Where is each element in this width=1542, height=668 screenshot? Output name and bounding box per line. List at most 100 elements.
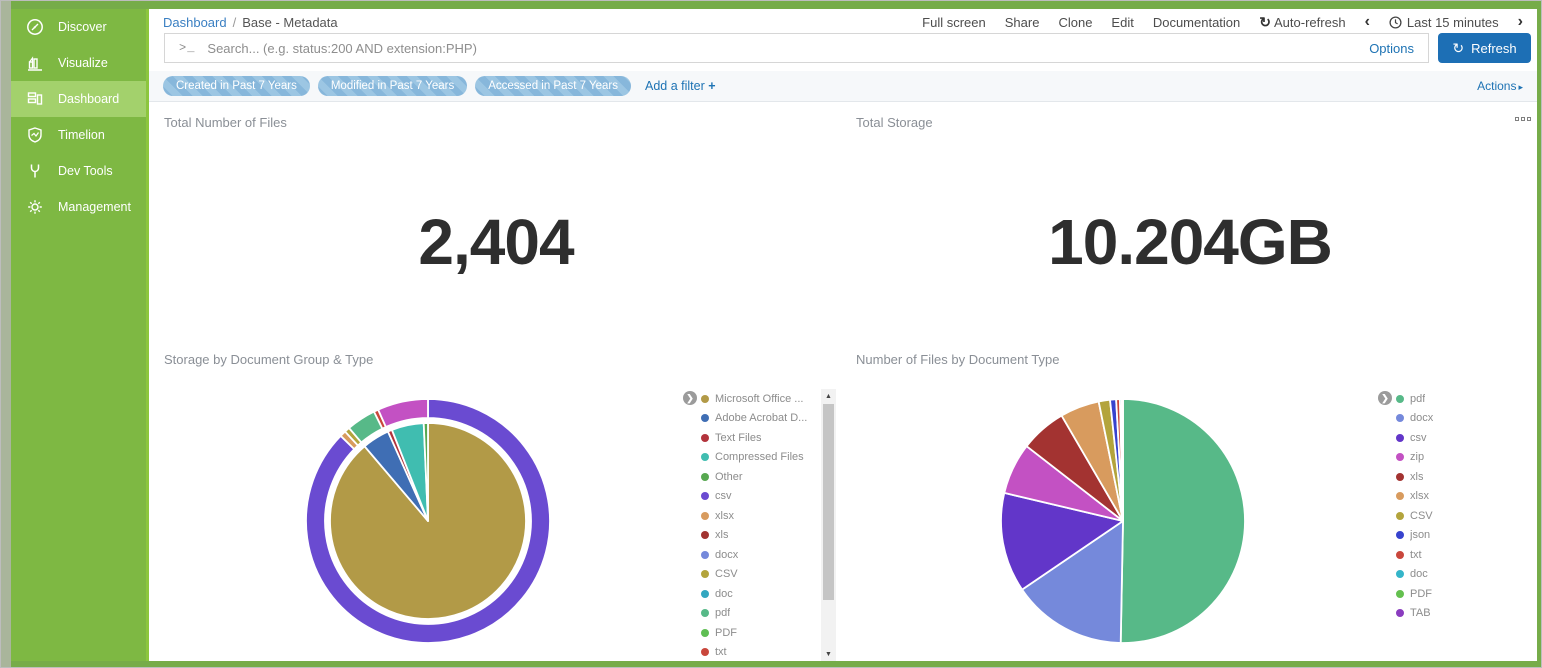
scroll-up-icon[interactable]: ▲ [821, 389, 836, 403]
clock-icon [1389, 16, 1402, 29]
legend-item-txt[interactable]: txt [701, 643, 819, 663]
legend-dot-icon [701, 492, 709, 500]
breadcrumb-dashboard-link[interactable]: Dashboard [163, 15, 227, 30]
sidebar-item-management[interactable]: Management [11, 189, 146, 225]
legend-item-zip[interactable]: zip [1396, 448, 1514, 468]
refresh-button[interactable]: ↻ Refresh [1438, 33, 1531, 63]
legend-item-docx[interactable]: docx [1396, 409, 1514, 429]
compass-icon [25, 17, 45, 37]
sidebar-label: Timelion [58, 128, 105, 142]
legend-item-Other[interactable]: Other [701, 467, 819, 487]
legend-label: pdf [715, 607, 730, 619]
legend-item-doc[interactable]: doc [701, 584, 819, 604]
sidebar: Discover Visualize Dashboard [11, 9, 149, 661]
legend-label: Text Files [715, 432, 761, 444]
options-link[interactable]: Options [1357, 41, 1414, 56]
legend-dot-icon [1396, 590, 1404, 598]
sidebar-item-dev-tools[interactable]: Dev Tools [11, 153, 146, 189]
legend-scrollbar[interactable]: ▲ ▼ [821, 389, 836, 661]
search-input[interactable] [207, 41, 1357, 56]
legend-dot-icon [701, 551, 709, 559]
legend-dot-icon [701, 512, 709, 520]
filter-pill-accessed[interactable]: Accessed in Past 7 Years [475, 76, 631, 96]
legend-item-Microsoft Office ...[interactable]: Microsoft Office ... [701, 389, 819, 409]
gear-icon [25, 197, 45, 217]
scrollbar-thumb[interactable] [823, 404, 834, 600]
legend-label: json [1410, 529, 1430, 541]
legend-item-xls[interactable]: xls [701, 526, 819, 546]
query-prompt-icon: >_ [179, 41, 195, 55]
time-back-chevron-icon[interactable]: ‹ [1365, 14, 1370, 30]
legend-item-csv[interactable]: csv [1396, 428, 1514, 448]
legend-item-txt[interactable]: txt [1396, 545, 1514, 565]
legend-label: PDF [1410, 588, 1432, 600]
sidebar-item-dashboard[interactable]: Dashboard [11, 81, 146, 117]
time-forward-chevron-icon[interactable]: › [1518, 14, 1523, 30]
time-picker[interactable]: Last 15 minutes [1389, 15, 1499, 30]
sidebar-label: Management [58, 200, 131, 214]
top-menu: Full screen Share Clone Edit Documentati… [922, 14, 1523, 31]
shield-icon [25, 125, 45, 145]
legend-item-xls[interactable]: xls [1396, 467, 1514, 487]
legend-item-CSV[interactable]: CSV [1396, 506, 1514, 526]
legend-item-PDF[interactable]: PDF [1396, 584, 1514, 604]
sidebar-label: Dashboard [58, 92, 119, 106]
scroll-down-icon[interactable]: ▼ [821, 647, 836, 661]
legend-item-PDF[interactable]: PDF [701, 623, 819, 643]
time-range-label: Last 15 minutes [1407, 15, 1499, 30]
fullscreen-button[interactable]: Full screen [922, 15, 986, 30]
legend-item-csv[interactable]: csv [701, 487, 819, 507]
filter-pill-created[interactable]: Created in Past 7 Years [163, 76, 310, 96]
storage-donut-chart[interactable] [306, 399, 550, 643]
legend-dot-icon [701, 434, 709, 442]
legend-dot-icon [1396, 531, 1404, 539]
legend-item-xlsx[interactable]: xlsx [1396, 487, 1514, 507]
clone-button[interactable]: Clone [1058, 15, 1092, 30]
legend-dot-icon [1396, 453, 1404, 461]
edit-button[interactable]: Edit [1111, 15, 1133, 30]
legend-label: Adobe Acrobat D... [715, 412, 807, 424]
filter-pill-modified[interactable]: Modified in Past 7 Years [318, 76, 467, 96]
sidebar-item-timelion[interactable]: Timelion [11, 117, 146, 153]
legend-label: txt [715, 646, 727, 658]
panel-title-total-storage: Total Storage [856, 115, 933, 130]
files-pie-chart[interactable] [1001, 399, 1245, 643]
legend-item-TAB[interactable]: TAB [1396, 604, 1514, 624]
legend-item-json[interactable]: json [1396, 526, 1514, 546]
legend-dot-icon [701, 414, 709, 422]
legend-label: Other [715, 471, 743, 483]
sidebar-item-visualize[interactable]: Visualize [11, 45, 146, 81]
legend-toggle-icon[interactable]: ❯ [683, 391, 697, 405]
legend-toggle-icon[interactable]: ❯ [1378, 391, 1392, 405]
panel-title-total-files: Total Number of Files [164, 115, 287, 130]
legend-item-xlsx[interactable]: xlsx [701, 506, 819, 526]
refresh-icon: ↻ [1452, 40, 1464, 57]
legend-label: txt [1410, 549, 1422, 561]
legend-label: Compressed Files [715, 451, 804, 463]
panel-menu-icon[interactable] [1515, 117, 1531, 121]
sidebar-label: Visualize [58, 56, 108, 70]
window-edge-strip [1, 1, 11, 668]
legend-item-doc[interactable]: doc [1396, 565, 1514, 585]
files-chart-legend: pdfdocxcsvzipxlsxlsxCSV json txt doc PDF TAB [1396, 389, 1514, 623]
share-button[interactable]: Share [1005, 15, 1040, 30]
filter-actions-link[interactable]: Actions▸ [1477, 79, 1523, 93]
add-filter-link[interactable]: Add a filter + [645, 79, 716, 93]
legend-item-pdf[interactable]: pdf [701, 604, 819, 624]
legend-item-Text Files[interactable]: Text Files [701, 428, 819, 448]
legend-item-Compressed Files[interactable]: Compressed Files [701, 448, 819, 468]
legend-item-CSV[interactable]: CSV [701, 565, 819, 585]
documentation-link[interactable]: Documentation [1153, 15, 1240, 30]
auto-refresh-button[interactable]: ↻ Auto-refresh [1259, 14, 1345, 31]
legend-dot-icon [1396, 414, 1404, 422]
legend-item-pdf[interactable]: pdf [1396, 389, 1514, 409]
legend-label: csv [715, 490, 732, 502]
legend-label: PDF [715, 627, 737, 639]
legend-dot-icon [701, 629, 709, 637]
pie-slice-pdf[interactable] [1121, 399, 1245, 643]
legend-dot-icon [701, 395, 709, 403]
panel-title-files-by-type: Number of Files by Document Type [856, 352, 1060, 367]
sidebar-item-discover[interactable]: Discover [11, 9, 146, 45]
legend-item-docx[interactable]: docx [701, 545, 819, 565]
legend-item-Adobe Acrobat D...[interactable]: Adobe Acrobat D... [701, 409, 819, 429]
